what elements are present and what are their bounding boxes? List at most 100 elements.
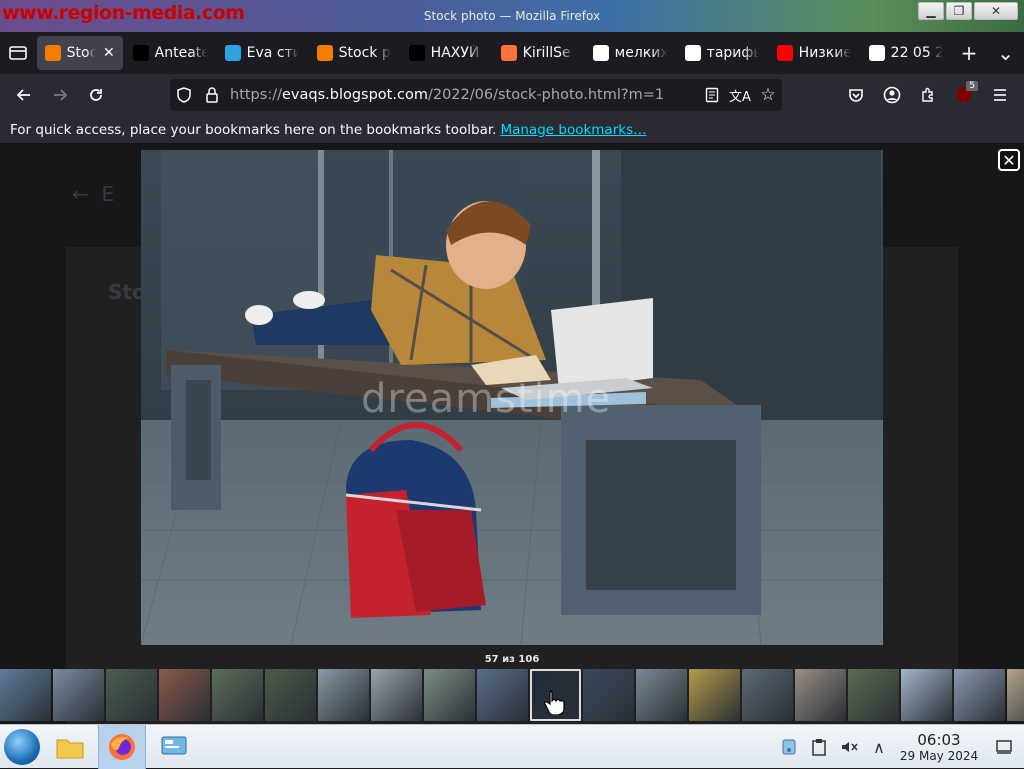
thumbnail[interactable] (848, 669, 899, 721)
app-menu-button[interactable] (982, 79, 1018, 111)
bookmarks-toolbar-message: For quick access, place your bookmarks h… (10, 121, 497, 138)
extensions-button[interactable] (910, 79, 946, 111)
thumbnail[interactable] (265, 669, 316, 721)
reload-button[interactable] (78, 79, 114, 111)
file-manager-task[interactable] (46, 725, 94, 769)
window-title: Stock photo — Mozilla Firefox (423, 9, 601, 23)
tab-label: Stock photo (338, 45, 391, 61)
window-controls: ▁ ❐ ✕ (918, 2, 1018, 20)
clipboard-icon[interactable] (804, 738, 834, 756)
reader-view-icon[interactable] (698, 87, 726, 103)
thumbnail[interactable] (795, 669, 846, 721)
thumbnail-strip (0, 669, 1024, 721)
telegram-icon (224, 45, 241, 61)
new-tab-button[interactable]: + (951, 41, 988, 65)
forward-button[interactable] (42, 79, 78, 111)
bookmarks-toolbar: For quick access, place your bookmarks h… (0, 116, 1024, 144)
show-desktop-icon[interactable] (984, 739, 1024, 755)
thumbnail[interactable] (53, 669, 104, 721)
tab-7[interactable]: тарифы (677, 36, 767, 70)
thumbnail[interactable] (742, 669, 793, 721)
tab-0[interactable]: Stock photo ✕ (36, 36, 123, 70)
youtube-icon (776, 45, 793, 61)
tab-label: Eva стикеры (246, 45, 299, 61)
close-tab-icon[interactable]: ✕ (103, 45, 115, 61)
tab-2[interactable]: Eva стикеры (217, 36, 307, 70)
thumbnail[interactable] (477, 669, 528, 721)
firefox-view-button[interactable] (0, 45, 37, 61)
window-titlebar: www.region-media.com Stock photo — Mozil… (0, 0, 1024, 32)
tab-4[interactable]: НАХУЙ (401, 36, 491, 70)
tab-9[interactable]: 22 05 2 (861, 36, 951, 70)
pocket-button[interactable] (838, 79, 874, 111)
extension-badge: 5 (966, 81, 978, 91)
os-taskbar: ∧ 06:03 29 May 2024 (0, 724, 1024, 769)
page-content: ← E Sto dreamstime ✕ 57 из 106 (0, 144, 1024, 724)
page-header-ghost: ← E (72, 182, 115, 206)
firefox-task[interactable] (98, 725, 146, 769)
account-button[interactable] (874, 79, 910, 111)
back-arrow-icon (16, 89, 30, 101)
toolbar-right: 5 (838, 74, 1024, 116)
url-text[interactable]: https://evaqs.blogspot.com/2022/06/stock… (226, 87, 698, 103)
tab-label: мелких (614, 45, 667, 61)
thumbnail[interactable] (159, 669, 210, 721)
square-icon (408, 45, 425, 61)
thumbnail[interactable] (371, 669, 422, 721)
start-button[interactable] (4, 729, 40, 765)
tab-6[interactable]: мелких (585, 36, 675, 70)
url-bar[interactable]: https://evaqs.blogspot.com/2022/06/stock… (170, 79, 782, 111)
thumbnail[interactable] (901, 669, 952, 721)
minimize-button[interactable]: ▁ (918, 2, 944, 20)
folder-icon (56, 739, 84, 759)
thumbnail[interactable] (212, 669, 263, 721)
thumbnail[interactable] (583, 669, 634, 721)
clock-time: 06:03 (917, 731, 961, 749)
monitor-settings-icon (161, 736, 187, 755)
thumbnail[interactable] (106, 669, 157, 721)
lock-icon[interactable] (198, 87, 226, 103)
clock-date: 29 May 2024 (899, 749, 979, 763)
thumbnail[interactable] (318, 669, 369, 721)
google-icon (592, 45, 609, 61)
bookmark-star-icon[interactable]: ☆ (754, 85, 782, 105)
firefox-icon (109, 734, 135, 760)
tab-1[interactable]: Anteater (125, 36, 215, 70)
account-icon (883, 86, 901, 104)
blogger-icon (316, 45, 333, 61)
puzzle-icon (922, 87, 933, 102)
system-tray: ∧ 06:03 29 May 2024 (774, 725, 1024, 769)
navigation-toolbar: https://evaqs.blogspot.com/2022/06/stock… (0, 74, 1024, 116)
volume-muted-icon[interactable] (834, 739, 864, 755)
list-all-tabs-button[interactable]: ⌄ (987, 41, 1024, 65)
taskbar-clock[interactable]: 06:03 29 May 2024 (894, 731, 984, 763)
tab-3[interactable]: Stock photo (309, 36, 399, 70)
tab-5[interactable]: KirillSe (493, 36, 583, 70)
network-icon[interactable] (774, 738, 804, 756)
image-counter: 57 из 106 (484, 654, 540, 665)
thumbnail[interactable] (954, 669, 1005, 721)
tray-expand-icon[interactable]: ∧ (864, 738, 894, 757)
anteater-icon (132, 45, 149, 61)
thumbnail[interactable] (636, 669, 687, 721)
tab-8[interactable]: Низкие (769, 36, 859, 70)
manage-bookmarks-link[interactable]: Manage bookmarks… (500, 122, 646, 138)
tracking-protection-icon[interactable] (170, 87, 198, 103)
thumbnail[interactable] (689, 669, 740, 721)
thumbnail[interactable] (1007, 669, 1024, 721)
google-icon (868, 45, 885, 61)
back-button[interactable] (6, 79, 42, 111)
system-settings-task[interactable] (150, 725, 198, 769)
hand-cursor-icon (544, 690, 565, 715)
pocket-icon (849, 89, 863, 102)
firefox-view-icon (9, 46, 28, 60)
thumbnail[interactable] (424, 669, 475, 721)
translate-icon[interactable]: 文A (726, 86, 754, 105)
tab-strip: Stock photo ✕ Anteater Eva стикеры Stock pho… (0, 32, 1024, 74)
thumbnail[interactable] (0, 669, 51, 721)
ublock-extension-button[interactable]: 5 (946, 79, 982, 111)
close-window-button[interactable]: ✕ (974, 2, 1018, 20)
tab-label: Низкие (798, 45, 851, 61)
maximize-button[interactable]: ❐ (946, 2, 972, 20)
lightbox-close-button[interactable]: ✕ (998, 149, 1020, 171)
